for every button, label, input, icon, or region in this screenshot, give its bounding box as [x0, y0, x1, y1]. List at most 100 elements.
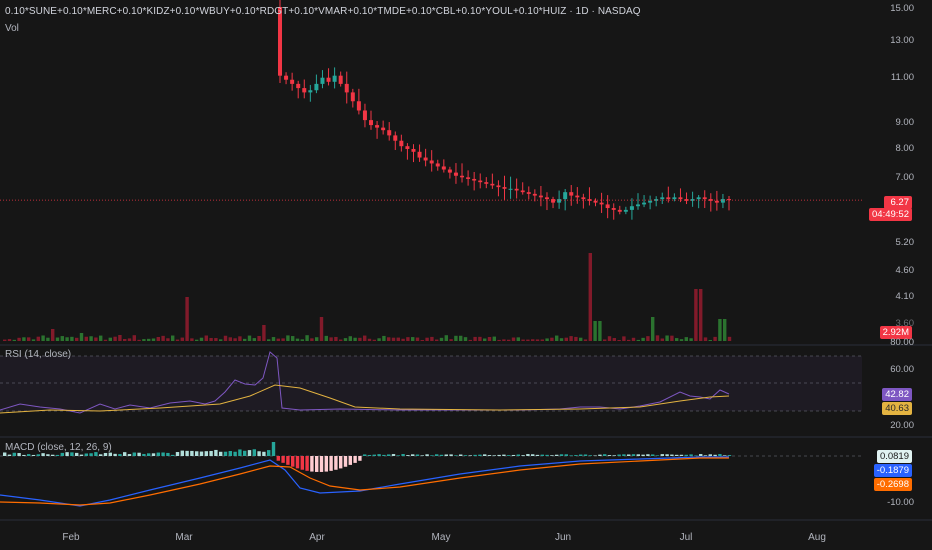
candle	[387, 130, 392, 136]
macd-hist-bar	[175, 452, 180, 456]
macd-hist-bar	[411, 454, 415, 456]
macd-hist-bar	[588, 455, 592, 456]
macd-hist-bar	[646, 454, 650, 456]
candle	[496, 185, 501, 188]
macd-hist-bar	[516, 454, 520, 456]
volume-bar	[651, 317, 655, 341]
volume-bar	[199, 337, 204, 341]
volume-bar	[478, 336, 482, 341]
candle	[581, 197, 586, 200]
candle	[478, 180, 483, 183]
volume-bar	[459, 335, 463, 341]
macd-hist-bar	[199, 451, 204, 456]
volume-bar	[127, 338, 132, 341]
macd-hist-bar	[492, 455, 496, 456]
volume-bar	[348, 336, 352, 341]
macd-hist-bar	[511, 454, 516, 456]
candle	[502, 187, 507, 189]
volume-bar	[257, 335, 261, 341]
macd-hist-bar	[363, 454, 367, 456]
macd-hist-bar	[137, 452, 141, 456]
volume-bar	[473, 336, 477, 341]
candle	[381, 127, 386, 131]
macd-hist-bar	[617, 454, 621, 456]
volume-bar	[430, 336, 434, 341]
macd-pane-label[interactable]: MACD (close, 12, 26, 9)	[5, 442, 112, 453]
volume-bar	[65, 337, 69, 341]
volume-bar	[271, 337, 276, 341]
macd-hist-bar	[31, 454, 36, 456]
rsi-tick: 20.00	[890, 420, 914, 431]
volume-bar	[670, 335, 674, 341]
volume-bar	[353, 337, 357, 341]
macd-hist-bar	[185, 450, 189, 456]
volume-bar	[559, 338, 564, 341]
rsi-pane-label[interactable]: RSI (14, close)	[5, 349, 71, 360]
macd-hist-bar	[41, 453, 45, 456]
volume-bar	[545, 338, 549, 341]
macd-hist-bar	[348, 456, 352, 465]
macd-hist-bar	[454, 455, 458, 456]
volume-bar	[420, 339, 424, 341]
candle	[708, 199, 713, 201]
candle	[320, 77, 325, 84]
volume-bar	[377, 338, 381, 341]
candle	[611, 208, 616, 210]
x-label: Jun	[554, 532, 572, 543]
macd-hist-bar	[622, 454, 626, 456]
candle	[648, 200, 653, 203]
volume-bar	[463, 337, 468, 341]
candle	[635, 204, 640, 207]
volume-bar	[286, 335, 290, 341]
macd-hist-bar	[377, 454, 381, 456]
volume-bar	[449, 339, 453, 341]
volume-bar	[108, 337, 112, 341]
volume-bar	[295, 338, 300, 341]
candle	[514, 188, 519, 191]
volume-bar	[185, 297, 189, 341]
volume-bar	[483, 338, 487, 341]
macd-hist-bar	[487, 455, 492, 456]
macd-hist-bar	[166, 452, 170, 456]
volume-bar	[276, 338, 280, 341]
volume-bar	[281, 338, 285, 341]
volume-bar	[492, 336, 496, 341]
macd-hist-bar	[483, 454, 487, 456]
macd-hist-bar	[161, 452, 165, 456]
candle	[551, 199, 556, 203]
candle	[660, 197, 665, 200]
macd-hist-bar	[118, 454, 122, 456]
volume-bar	[113, 336, 117, 341]
macd-hist-bar	[228, 451, 232, 456]
macd-hist-bar	[55, 454, 60, 456]
macd-hist-bar	[727, 455, 732, 456]
rsi-ma-badge: 40.63	[882, 402, 912, 415]
x-label: Jul	[679, 532, 693, 543]
macd-hist-bar	[497, 454, 501, 456]
candle	[290, 79, 295, 84]
volume-bar	[132, 335, 136, 341]
macd-hist-bar	[12, 452, 16, 456]
macd-hist-bar	[569, 455, 573, 456]
symbol-title[interactable]: 0.10*SUNE+0.10*MERC+0.10*KIDZ+0.10*WBUY+…	[5, 6, 641, 17]
candle	[678, 197, 683, 200]
macd-hist-bar	[555, 454, 559, 456]
macd-hist-bar	[636, 454, 640, 456]
volume-bar	[387, 337, 391, 341]
macd-hist-badge: 0.0819	[876, 450, 912, 463]
volume-bar	[415, 337, 420, 341]
candle	[557, 199, 562, 203]
macd-hist-bar	[564, 454, 568, 456]
macd-hist-bar	[545, 454, 549, 456]
candle	[441, 166, 446, 170]
macd-hist-bar	[593, 455, 597, 456]
volume-bar	[36, 336, 40, 341]
candle	[629, 206, 634, 210]
macd-hist-bar	[262, 451, 266, 456]
macd-hist-bar	[396, 455, 400, 456]
macd-hist-bar	[507, 455, 511, 456]
x-label: Apr	[309, 532, 325, 543]
macd-hist-bar	[439, 454, 444, 456]
volume-bar	[315, 337, 319, 341]
chart-canvas[interactable]	[0, 0, 932, 550]
